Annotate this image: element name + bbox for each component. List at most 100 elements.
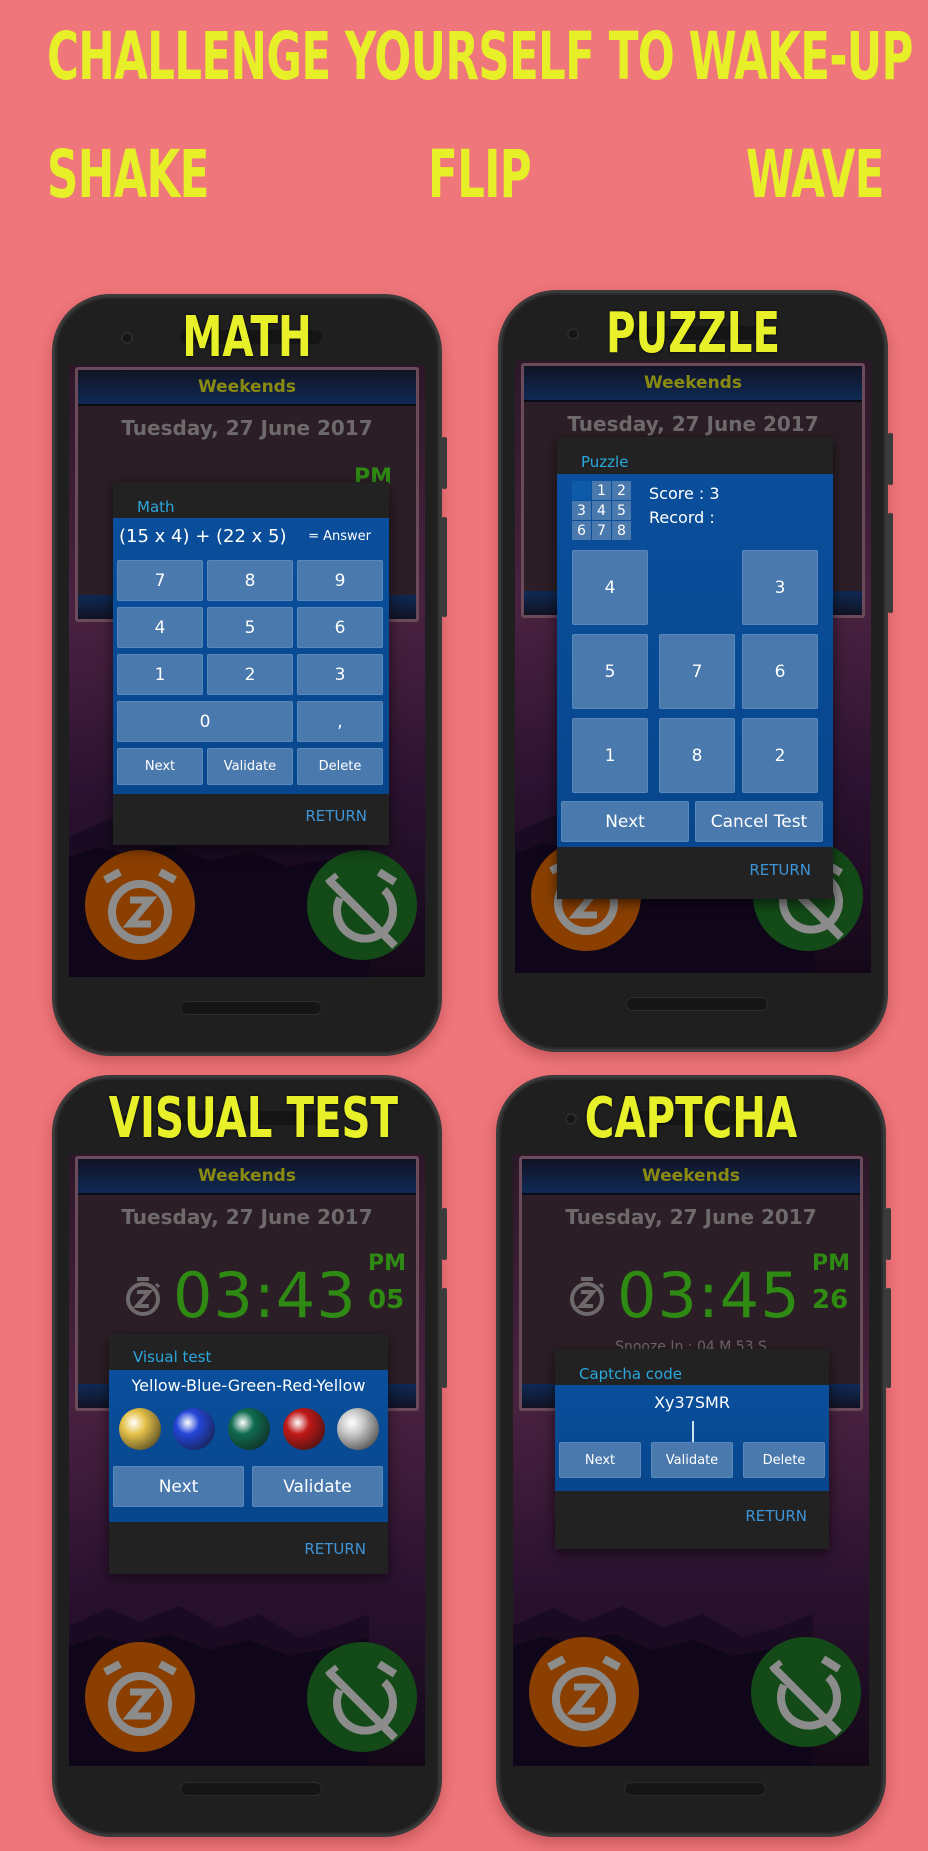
alarm-screen: Weekends Tuesday, 27 June 2017 PM Math (… bbox=[69, 365, 425, 977]
next-button[interactable]: Next bbox=[561, 801, 689, 842]
alarm-off-icon bbox=[751, 1637, 861, 1747]
alarm-snooze-icon bbox=[85, 850, 195, 960]
return-button[interactable]: RETURN bbox=[749, 861, 811, 879]
phone-label: VISUAL TEST bbox=[108, 1086, 399, 1151]
target-cell: 8 bbox=[612, 521, 631, 540]
key-7[interactable]: 7 bbox=[117, 560, 203, 601]
mode-flip: FLIP bbox=[428, 136, 532, 213]
target-cell: 6 bbox=[572, 521, 591, 540]
dialog-body: 1 2 3 4 5 6 7 8 Score : 3 Record : 4 3 5… bbox=[557, 474, 833, 847]
snooze-button[interactable] bbox=[85, 1642, 195, 1752]
volume-button bbox=[888, 433, 893, 485]
headline-title: CHALLENGE YOURSELF TO WAKE-UP bbox=[47, 18, 913, 95]
target-cell: 4 bbox=[592, 501, 611, 520]
dismiss-button[interactable] bbox=[307, 1642, 417, 1752]
math-expression: (15 x 4) + (22 x 5) bbox=[119, 526, 287, 547]
alarm-screen: Weekends Tuesday, 27 June 2017 03:45 PM … bbox=[513, 1154, 869, 1766]
validate-button[interactable]: Validate bbox=[651, 1442, 733, 1478]
puzzle-dialog: Puzzle 1 2 3 4 5 6 7 8 Score : 3 Record … bbox=[557, 437, 833, 899]
delete-button[interactable]: Delete bbox=[743, 1442, 825, 1478]
key-2[interactable]: 2 bbox=[207, 654, 293, 695]
power-button bbox=[886, 1288, 891, 1388]
alarm-off-icon bbox=[307, 1642, 417, 1752]
validate-button[interactable]: Validate bbox=[252, 1466, 383, 1507]
alarm-date: Tuesday, 27 June 2017 bbox=[567, 412, 819, 436]
clock-time: 03:45 bbox=[617, 1259, 801, 1332]
dismiss-button[interactable] bbox=[307, 850, 417, 960]
puzzle-tile[interactable]: 5 bbox=[572, 634, 648, 709]
ball-yellow[interactable] bbox=[119, 1408, 161, 1450]
puzzle-tile[interactable]: 8 bbox=[659, 718, 735, 793]
captcha-dialog: Captcha code Xy37SMR Next Validate Delet… bbox=[555, 1349, 829, 1549]
target-cell bbox=[572, 481, 591, 500]
puzzle-tile[interactable]: 3 bbox=[742, 550, 818, 625]
alarm-snooze-icon bbox=[85, 1642, 195, 1752]
delete-button[interactable]: Delete bbox=[297, 748, 383, 785]
cancel-test-button[interactable]: Cancel Test bbox=[695, 801, 823, 842]
mode-wave: WAVE bbox=[746, 136, 884, 213]
target-cell: 7 bbox=[592, 521, 611, 540]
snooze-button[interactable] bbox=[529, 1637, 639, 1747]
target-cell: 2 bbox=[612, 481, 631, 500]
return-button[interactable]: RETURN bbox=[305, 807, 367, 825]
key-6[interactable]: 6 bbox=[297, 607, 383, 648]
clock-seconds: 05 bbox=[368, 1285, 405, 1315]
return-button[interactable]: RETURN bbox=[745, 1507, 807, 1525]
next-button[interactable]: Next bbox=[113, 1466, 244, 1507]
key-8[interactable]: 8 bbox=[207, 560, 293, 601]
return-button[interactable]: RETURN bbox=[304, 1540, 366, 1558]
key-comma[interactable]: , bbox=[297, 701, 383, 742]
score-label: Score : 3 bbox=[649, 484, 720, 503]
target-cell: 1 bbox=[592, 481, 611, 500]
alarm-clock: 03:45 PM 26 bbox=[522, 1251, 860, 1332]
puzzle-tile[interactable]: 4 bbox=[572, 550, 648, 625]
color-sequence: Yellow-Blue-Green-Red-Yellow bbox=[131, 1376, 366, 1395]
dialog-title: Visual test bbox=[133, 1348, 212, 1366]
validate-button[interactable]: Validate bbox=[207, 748, 293, 785]
snooze-button[interactable] bbox=[85, 850, 195, 960]
puzzle-tile[interactable]: 1 bbox=[572, 718, 648, 793]
alarm-label: Weekends bbox=[78, 1159, 416, 1195]
alarm-screen: Weekends Tuesday, 27 June 2017 03:43 PM … bbox=[69, 1154, 425, 1766]
key-5[interactable]: 5 bbox=[207, 607, 293, 648]
puzzle-tile[interactable]: 2 bbox=[742, 718, 818, 793]
phone-puzzle: PUZZLE Weekends Tuesday, 27 June 2017 Pu… bbox=[498, 290, 893, 1052]
power-button bbox=[442, 517, 447, 617]
next-button[interactable]: Next bbox=[559, 1442, 641, 1478]
dialog-body: (15 x 4) + (22 x 5) = Answer 7 8 9 4 5 6… bbox=[113, 518, 389, 794]
dialog-body: Yellow-Blue-Green-Red-Yellow Next Valida… bbox=[109, 1370, 388, 1522]
key-4[interactable]: 4 bbox=[117, 607, 203, 648]
key-3[interactable]: 3 bbox=[297, 654, 383, 695]
volume-button bbox=[442, 1208, 447, 1260]
dialog-body: Xy37SMR Next Validate Delete bbox=[555, 1385, 829, 1491]
record-label: Record : bbox=[649, 508, 715, 527]
key-1[interactable]: 1 bbox=[117, 654, 203, 695]
phone-math: MATH Weekends Tuesday, 27 June 2017 PM M… bbox=[52, 294, 447, 1056]
next-button[interactable]: Next bbox=[117, 748, 203, 785]
alarm-snooze-icon bbox=[529, 1637, 639, 1747]
alarm-label: Weekends bbox=[524, 366, 862, 402]
dismiss-button[interactable] bbox=[751, 1637, 861, 1747]
captcha-code: Xy37SMR bbox=[654, 1393, 730, 1412]
bottom-speaker bbox=[180, 1782, 322, 1796]
target-cell: 5 bbox=[612, 501, 631, 520]
dialog-title: Puzzle bbox=[581, 453, 629, 471]
alarm-date: Tuesday, 27 June 2017 bbox=[121, 416, 373, 440]
key-0[interactable]: 0 bbox=[117, 701, 293, 742]
ball-white[interactable] bbox=[337, 1408, 379, 1450]
answer-field[interactable]: = Answer bbox=[308, 529, 371, 544]
key-9[interactable]: 9 bbox=[297, 560, 383, 601]
alarm-off-icon bbox=[307, 850, 417, 960]
snooze-timer-icon bbox=[568, 1275, 606, 1317]
phone-visual-test: VISUAL TEST Weekends Tuesday, 27 June 20… bbox=[52, 1075, 447, 1837]
puzzle-tile[interactable]: 6 bbox=[742, 634, 818, 709]
ball-green[interactable] bbox=[228, 1408, 270, 1450]
bottom-speaker bbox=[624, 1782, 766, 1796]
ball-blue[interactable] bbox=[173, 1408, 215, 1450]
puzzle-tile[interactable]: 7 bbox=[659, 634, 735, 709]
captcha-input-caret[interactable] bbox=[692, 1421, 694, 1443]
alarm-label: Weekends bbox=[78, 370, 416, 406]
phone-label: MATH bbox=[182, 305, 312, 370]
dialog-title: Math bbox=[137, 498, 175, 516]
ball-red[interactable] bbox=[283, 1408, 325, 1450]
